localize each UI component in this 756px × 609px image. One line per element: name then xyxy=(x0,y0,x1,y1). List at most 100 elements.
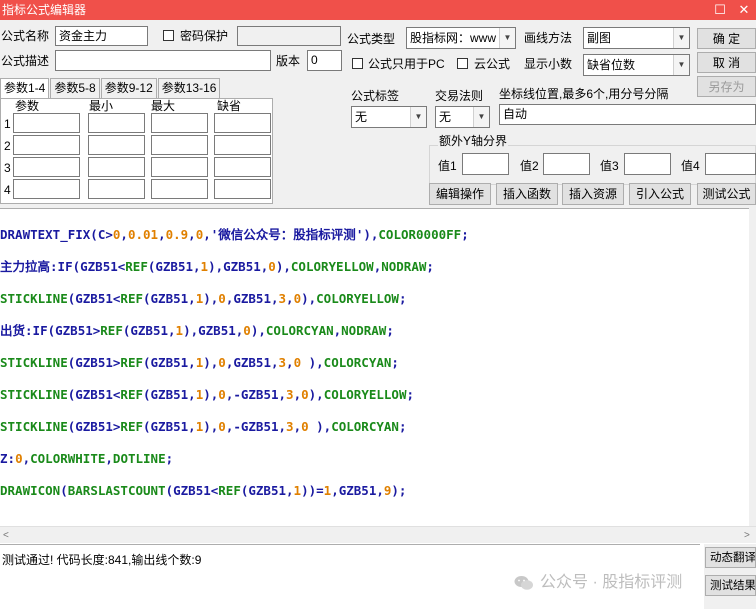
param-1-min-input[interactable] xyxy=(88,113,145,133)
param-1-default-input[interactable] xyxy=(214,113,271,133)
code-token: COLORCYAN xyxy=(265,323,334,338)
draw-method-select[interactable]: 副图 ▼ xyxy=(583,27,690,49)
password-input[interactable] xyxy=(237,26,341,46)
insert-function-button[interactable]: 插入函数 xyxy=(496,183,558,205)
code-token: :IF(GZB51< xyxy=(50,259,126,274)
code-line[interactable]: 出货:IF(GZB51>REF(GZB51,1),GZB51,0),COLORC… xyxy=(0,322,394,340)
ok-button[interactable]: 确 定 xyxy=(697,28,756,49)
param-4-max-input[interactable] xyxy=(151,179,208,199)
code-token: 0 xyxy=(301,419,309,434)
code-token: COLORCYAN xyxy=(323,355,392,370)
param-2-name-input[interactable] xyxy=(13,135,80,155)
password-checkbox[interactable] xyxy=(163,30,174,41)
pc-only-checkbox[interactable] xyxy=(352,58,363,69)
param-4-min-input[interactable] xyxy=(88,179,145,199)
value3-input[interactable] xyxy=(624,153,671,175)
insert-resource-button[interactable]: 插入资源 xyxy=(562,183,624,205)
code-line[interactable]: STICKLINE(GZB51>REF(GZB51,1),0,GZB51,3,0… xyxy=(0,354,399,372)
code-token: 主力拉高 xyxy=(0,259,51,274)
code-token: ; xyxy=(426,259,434,274)
param-2-min-input[interactable] xyxy=(88,135,145,155)
formula-type-select[interactable]: 股指标网：www ▼ xyxy=(406,27,516,49)
code-token: COLORYELLOW xyxy=(323,387,407,402)
value4-input[interactable] xyxy=(705,153,756,175)
horizontal-scrollbar[interactable]: < > xyxy=(0,526,756,543)
code-token: 0 xyxy=(218,291,226,306)
param-4-name-input[interactable] xyxy=(13,179,80,199)
edit-operations-button[interactable]: 编辑操作 xyxy=(429,183,491,205)
formula-name-input[interactable]: 资金主力 xyxy=(55,26,148,46)
code-token: ,GZB51, xyxy=(225,355,279,370)
formula-tag-select[interactable]: 无 ▼ xyxy=(351,106,427,128)
trade-rule-select[interactable]: 无 ▼ xyxy=(435,106,490,128)
code-token: ; xyxy=(398,291,407,306)
param-2-max-input[interactable] xyxy=(151,135,208,155)
code-token: 0 xyxy=(243,323,251,338)
code-token: ,' xyxy=(203,227,219,242)
code-token: 3 xyxy=(286,387,294,402)
tab-params-13-16[interactable]: 参数13-16 xyxy=(157,78,221,98)
code-token: Z: xyxy=(0,451,16,466)
code-token: 0 xyxy=(293,291,302,306)
code-token: 0.9 xyxy=(165,227,189,242)
code-token: STICKLINE xyxy=(0,291,68,306)
code-line[interactable]: DRAWTEXT_FIX(C>0,0.01,0.9,0,'微信公众号：股指标评测… xyxy=(0,226,469,244)
draw-method-value: 副图 xyxy=(587,31,612,45)
param-3-name-input[interactable] xyxy=(13,157,80,177)
decimals-select[interactable]: 缺省位数 ▼ xyxy=(583,54,690,76)
code-token: REF xyxy=(120,291,143,306)
code-line[interactable]: STICKLINE(GZB51<REF(GZB51,1),0,GZB51,3,0… xyxy=(0,290,406,308)
cancel-button[interactable]: 取 消 xyxy=(697,52,756,73)
code-token: REF xyxy=(218,483,241,498)
draw-method-label: 画线方法 xyxy=(524,31,573,45)
maximize-icon[interactable]: ☐ xyxy=(708,0,732,20)
version-input[interactable]: 0 xyxy=(307,50,342,71)
tab-params-9-12[interactable]: 参数9-12 xyxy=(100,78,157,98)
axis-position-input[interactable]: 自动 xyxy=(499,104,756,125)
scroll-left-icon[interactable]: < xyxy=(3,527,9,544)
code-line[interactable]: 主力拉高:IF(GZB51<REF(GZB51,1),GZB51,0),COLO… xyxy=(0,258,434,276)
dynamic-translate-button[interactable]: 动态翻译 xyxy=(705,547,756,568)
tab-params-5-8[interactable]: 参数5-8 xyxy=(50,78,100,98)
code-line[interactable]: Z:0,COLORWHITE,DOTLINE; xyxy=(0,450,173,468)
formula-desc-input[interactable] xyxy=(55,50,271,71)
code-line[interactable]: STICKLINE(GZB51>REF(GZB51,1),0,-GZB51,3,… xyxy=(0,418,406,436)
code-token: (GZB51, xyxy=(143,291,196,306)
code-line[interactable]: STICKLINE(GZB51<REF(GZB51,1),0,-GZB51,3,… xyxy=(0,386,414,404)
code-token: 0.01 xyxy=(127,227,159,242)
value2-input[interactable] xyxy=(543,153,590,175)
code-token: 0 xyxy=(218,419,226,434)
code-token: , xyxy=(188,227,196,242)
code-token: (GZB51> xyxy=(67,419,121,434)
code-token: (GZB51< xyxy=(67,291,121,306)
code-token: (GZB51, xyxy=(143,355,196,370)
value3-label: 值3 xyxy=(600,159,619,173)
param-3-default-input[interactable] xyxy=(214,157,271,177)
cloud-formula-checkbox[interactable] xyxy=(457,58,468,69)
code-token: COLORYELLOW xyxy=(316,291,399,306)
scroll-right-icon[interactable]: > xyxy=(744,527,750,544)
param-3-min-input[interactable] xyxy=(88,157,145,177)
code-editor[interactable]: DRAWTEXT_FIX(C>0,0.01,0.9,0,'微信公众号：股指标评测… xyxy=(0,208,749,526)
save-as-button[interactable]: 另存为 xyxy=(697,76,756,97)
param-row-number: 2 xyxy=(4,139,11,153)
code-token: ))= xyxy=(301,483,324,498)
test-result-button[interactable]: 测试结果 xyxy=(705,575,756,596)
code-token: NODRAW xyxy=(341,323,387,338)
close-icon[interactable]: ✕ xyxy=(732,0,756,20)
vertical-scrollbar[interactable] xyxy=(749,208,756,526)
code-token: DOTLINE xyxy=(112,451,166,466)
param-2-default-input[interactable] xyxy=(214,135,271,155)
formula-type-label: 公式类型 xyxy=(347,32,396,46)
param-1-max-input[interactable] xyxy=(151,113,208,133)
param-4-default-input[interactable] xyxy=(214,179,271,199)
code-line[interactable]: DRAWICON(BARSLASTCOUNT(GZB51<REF(GZB51,1… xyxy=(0,482,406,500)
param-3-max-input[interactable] xyxy=(151,157,208,177)
test-formula-button[interactable]: 测试公式 xyxy=(697,183,756,205)
import-formula-button[interactable]: 引入公式 xyxy=(629,183,691,205)
value1-input[interactable] xyxy=(462,153,509,175)
tab-params-1-4[interactable]: 参数1-4 xyxy=(0,78,50,98)
code-token: ), xyxy=(308,387,324,402)
code-token: 出货 xyxy=(0,323,26,338)
param-1-name-input[interactable] xyxy=(13,113,80,133)
